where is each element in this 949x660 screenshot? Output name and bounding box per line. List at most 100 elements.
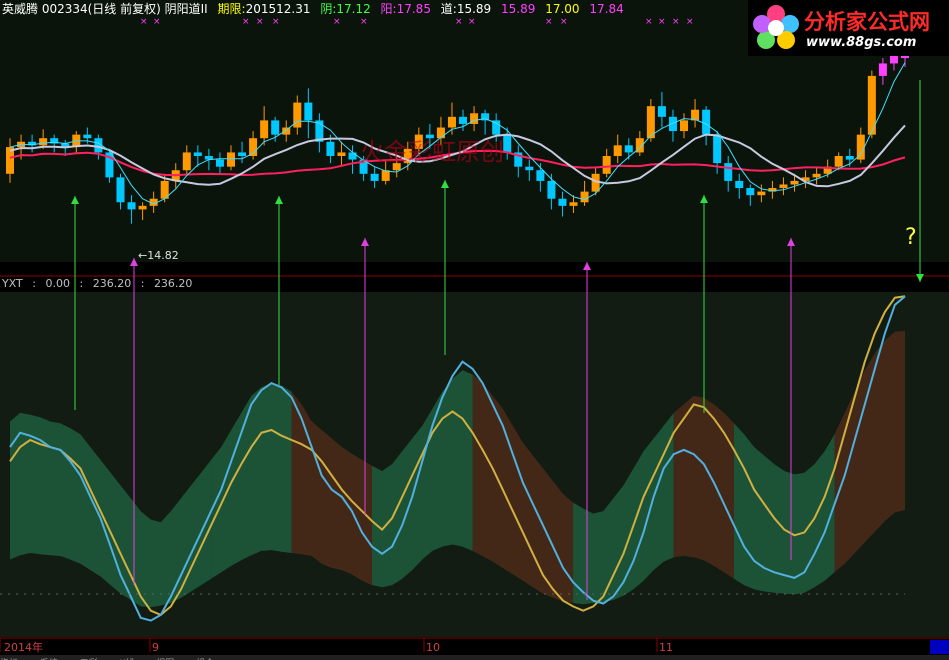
candle-body — [547, 180, 556, 199]
signal-x-marker: × — [272, 17, 280, 27]
logo: 分析家公式网 www.88gs.com — [748, 0, 949, 56]
indicator-header: YXT : 0.00 : 236.20 : 236.20 — [2, 277, 198, 291]
candle-body — [215, 159, 224, 167]
dao-value-4: 17.84 — [589, 2, 624, 16]
signal-x-marker: × — [560, 17, 568, 27]
indicator-value-5: : — [140, 277, 145, 290]
dao-value-2: 15.89 — [501, 2, 536, 16]
candle-body — [624, 145, 633, 153]
candle-body — [856, 134, 865, 160]
signal-x-marker: × — [242, 17, 250, 27]
logo-text: 分析家公式网 — [804, 10, 930, 34]
signal-x-marker: × — [645, 17, 653, 27]
yin-label: 阴: — [320, 2, 337, 16]
flower-icon — [753, 5, 799, 49]
candle-body — [370, 173, 379, 181]
x-tick-label: 9 — [152, 641, 159, 654]
candle-body — [238, 152, 247, 156]
indicator-value-3: : — [79, 277, 84, 290]
candle-body — [735, 180, 744, 189]
candle-body — [525, 166, 534, 171]
signal-x-marker: × — [360, 17, 368, 27]
candle-body — [602, 156, 611, 174]
candle-body — [503, 134, 512, 153]
scroll-indicator — [930, 640, 949, 654]
candle-body — [713, 134, 722, 164]
candle-body — [812, 173, 821, 178]
indicator-value-2: 0.00 — [45, 277, 71, 290]
signal-x-marker: × — [686, 17, 694, 27]
indicator-value-4: 236.20 — [92, 277, 132, 290]
candle-body — [657, 106, 666, 117]
signal-x-marker: × — [468, 17, 476, 27]
candle-body — [304, 102, 313, 121]
bottom-tabs: 指标 系统 五彩 K线 视图 组合 — [0, 655, 949, 660]
yin-value: 17.12 — [336, 2, 371, 16]
candle-body — [83, 134, 92, 139]
period-label: 期限: — [217, 2, 246, 16]
candle-body — [536, 170, 545, 181]
candle-body — [580, 191, 589, 203]
candle-body — [182, 152, 191, 171]
candle-body — [116, 177, 125, 203]
candle-body — [260, 120, 269, 139]
candle-body — [193, 152, 202, 156]
x-tick-label: 11 — [659, 641, 673, 654]
chart-header: 英威腾 002334(日线 前复权) 阴阳道II 期限:201512.31 阴:… — [2, 2, 630, 16]
signal-x-marker: × — [545, 17, 553, 27]
signal-x-marker: × — [256, 17, 264, 27]
candle-body — [271, 120, 280, 135]
candle-body — [680, 120, 689, 132]
signal-x-marker: × — [672, 17, 680, 27]
stock-chart[interactable]: ←14.82? × × × × × × × × × × × × × × × 2014年 9 10 11 — [0, 0, 949, 660]
candle-body — [138, 205, 147, 210]
stock-title: 英威腾 002334(日线 前复权) 阴阳道II — [2, 2, 208, 16]
watermark: 火金彩虹原创 — [360, 138, 504, 166]
candle-body — [337, 152, 346, 156]
panel-separator — [0, 262, 949, 276]
candle-body — [459, 116, 468, 124]
signal-x-marker: × — [153, 17, 161, 27]
dao-value-1: 15.89 — [456, 2, 492, 16]
x-tick-label: 10 — [426, 641, 440, 654]
indicator-value-1: : — [32, 277, 36, 290]
candle-body — [724, 163, 733, 181]
signal-x-marker: × — [333, 17, 341, 27]
candle-body — [790, 180, 799, 185]
candle-body — [381, 170, 390, 181]
candle-body — [779, 184, 788, 189]
candle-body — [878, 63, 887, 76]
signal-arrowhead — [916, 274, 924, 282]
indicator-band — [673, 395, 734, 579]
candle-body — [282, 127, 291, 135]
candle-body — [348, 152, 357, 160]
indicator-name: YXT — [2, 277, 23, 290]
logo-url: www.88gs.com — [806, 35, 917, 50]
yang-value: 17.85 — [396, 2, 431, 16]
dao-value-3: 17.00 — [545, 2, 580, 16]
dao-label: 道: — [440, 2, 457, 16]
candle-body — [613, 145, 622, 156]
candle-body — [447, 116, 456, 128]
indicator-value-6: 236.20 — [153, 277, 193, 290]
candle-body — [6, 147, 14, 174]
candle-body — [746, 188, 755, 196]
candle-body — [39, 138, 48, 146]
signal-x-marker: × — [140, 17, 148, 27]
x-tick-label: 2014年 — [4, 640, 43, 654]
candle-body — [702, 109, 711, 135]
candle-body — [834, 156, 843, 167]
low-price-label: ←14.82 — [138, 249, 179, 262]
candle-body — [326, 141, 335, 156]
candle-body — [127, 202, 136, 210]
candle-body — [757, 191, 766, 196]
candle-body — [226, 152, 235, 167]
period-value: 201512.31 — [245, 2, 311, 16]
candle-body — [845, 156, 854, 160]
signal-x-marker: × — [658, 17, 666, 27]
signal-x-marker: × — [455, 17, 463, 27]
candle-body — [569, 202, 578, 206]
question-marker: ? — [905, 225, 917, 250]
yang-label: 阳: — [380, 2, 397, 16]
candle-body — [558, 198, 567, 206]
